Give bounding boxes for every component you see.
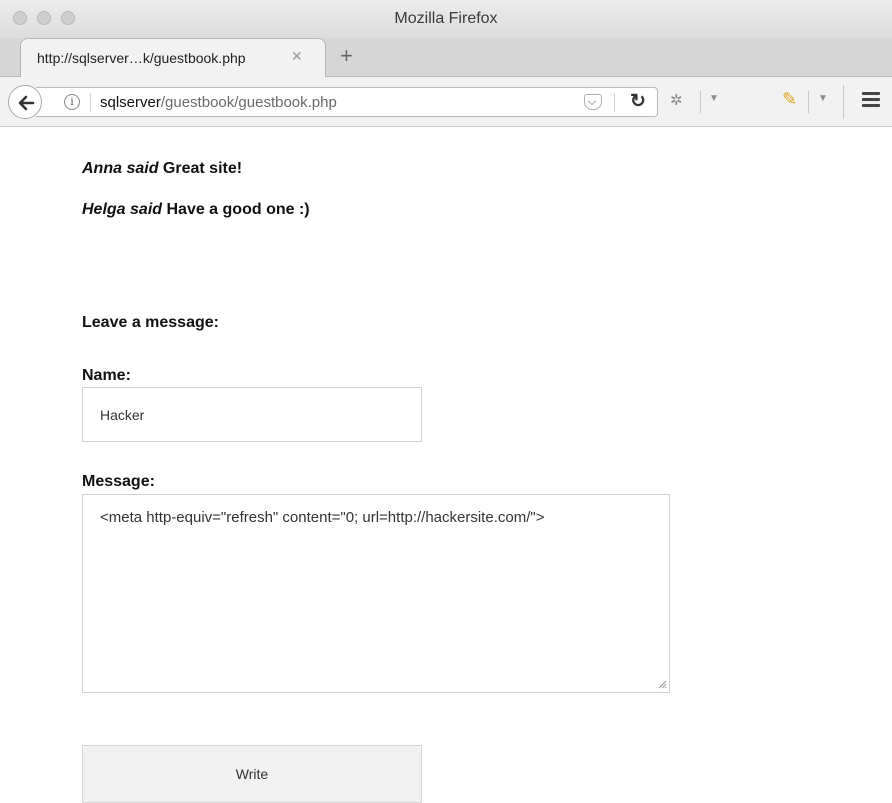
entry-author: Helga said (82, 201, 163, 218)
title-bar: Mozilla Firefox (0, 0, 892, 38)
url-text[interactable]: sqlserver/guestbook/guestbook.php (100, 94, 337, 111)
close-tab-icon[interactable]: ✕ (291, 48, 303, 65)
menu-icon[interactable] (862, 92, 880, 110)
entry-message: Have a good one :) (166, 201, 310, 218)
extension-dropdown-icon[interactable]: ▼ (709, 93, 719, 104)
message-label: Message: (82, 473, 155, 490)
tab-title: http://sqlserver…k/guestbook.php (37, 50, 246, 66)
info-icon[interactable]: i (64, 94, 80, 110)
resize-handle-icon[interactable] (657, 679, 667, 689)
new-tab-button[interactable]: + (340, 43, 353, 69)
name-input[interactable] (82, 387, 422, 442)
tab-strip: http://sqlserver…k/guestbook.php ✕ + (0, 38, 892, 77)
divider (614, 93, 615, 112)
divider (700, 91, 701, 113)
address-bar[interactable]: i sqlserver/guestbook/guestbook.php ↻ (36, 87, 658, 117)
pocket-icon[interactable] (584, 94, 602, 110)
back-arrow-icon (18, 95, 35, 111)
entry-message: Great site! (162, 160, 243, 177)
guestbook-entry: Anna said Great site! (82, 160, 242, 178)
reload-icon[interactable]: ↻ (630, 90, 646, 113)
form-heading: Leave a message: (82, 314, 219, 331)
extension-icon[interactable]: ✲ (670, 91, 683, 109)
divider (90, 93, 91, 112)
entry-author: Anna said (82, 160, 159, 177)
window-title: Mozilla Firefox (394, 10, 498, 27)
url-host: sqlserver (100, 94, 161, 111)
divider (808, 91, 809, 113)
browser-tab[interactable]: http://sqlserver…k/guestbook.php ✕ (20, 38, 326, 77)
pencil-dropdown-icon[interactable]: ▼ (818, 93, 828, 104)
pencil-icon[interactable]: ✎ (782, 89, 797, 110)
write-button[interactable]: Write (82, 745, 422, 803)
back-button[interactable] (8, 85, 42, 119)
message-textarea[interactable]: <meta http-equiv="refresh" content="0; u… (82, 494, 670, 693)
guestbook-entry: Helga said Have a good one :) (82, 201, 310, 219)
url-path: /guestbook/guestbook.php (160, 94, 337, 111)
navigation-toolbar: i sqlserver/guestbook/guestbook.php ↻ ✲ … (0, 77, 892, 127)
name-label: Name: (82, 367, 131, 384)
divider (843, 85, 844, 119)
